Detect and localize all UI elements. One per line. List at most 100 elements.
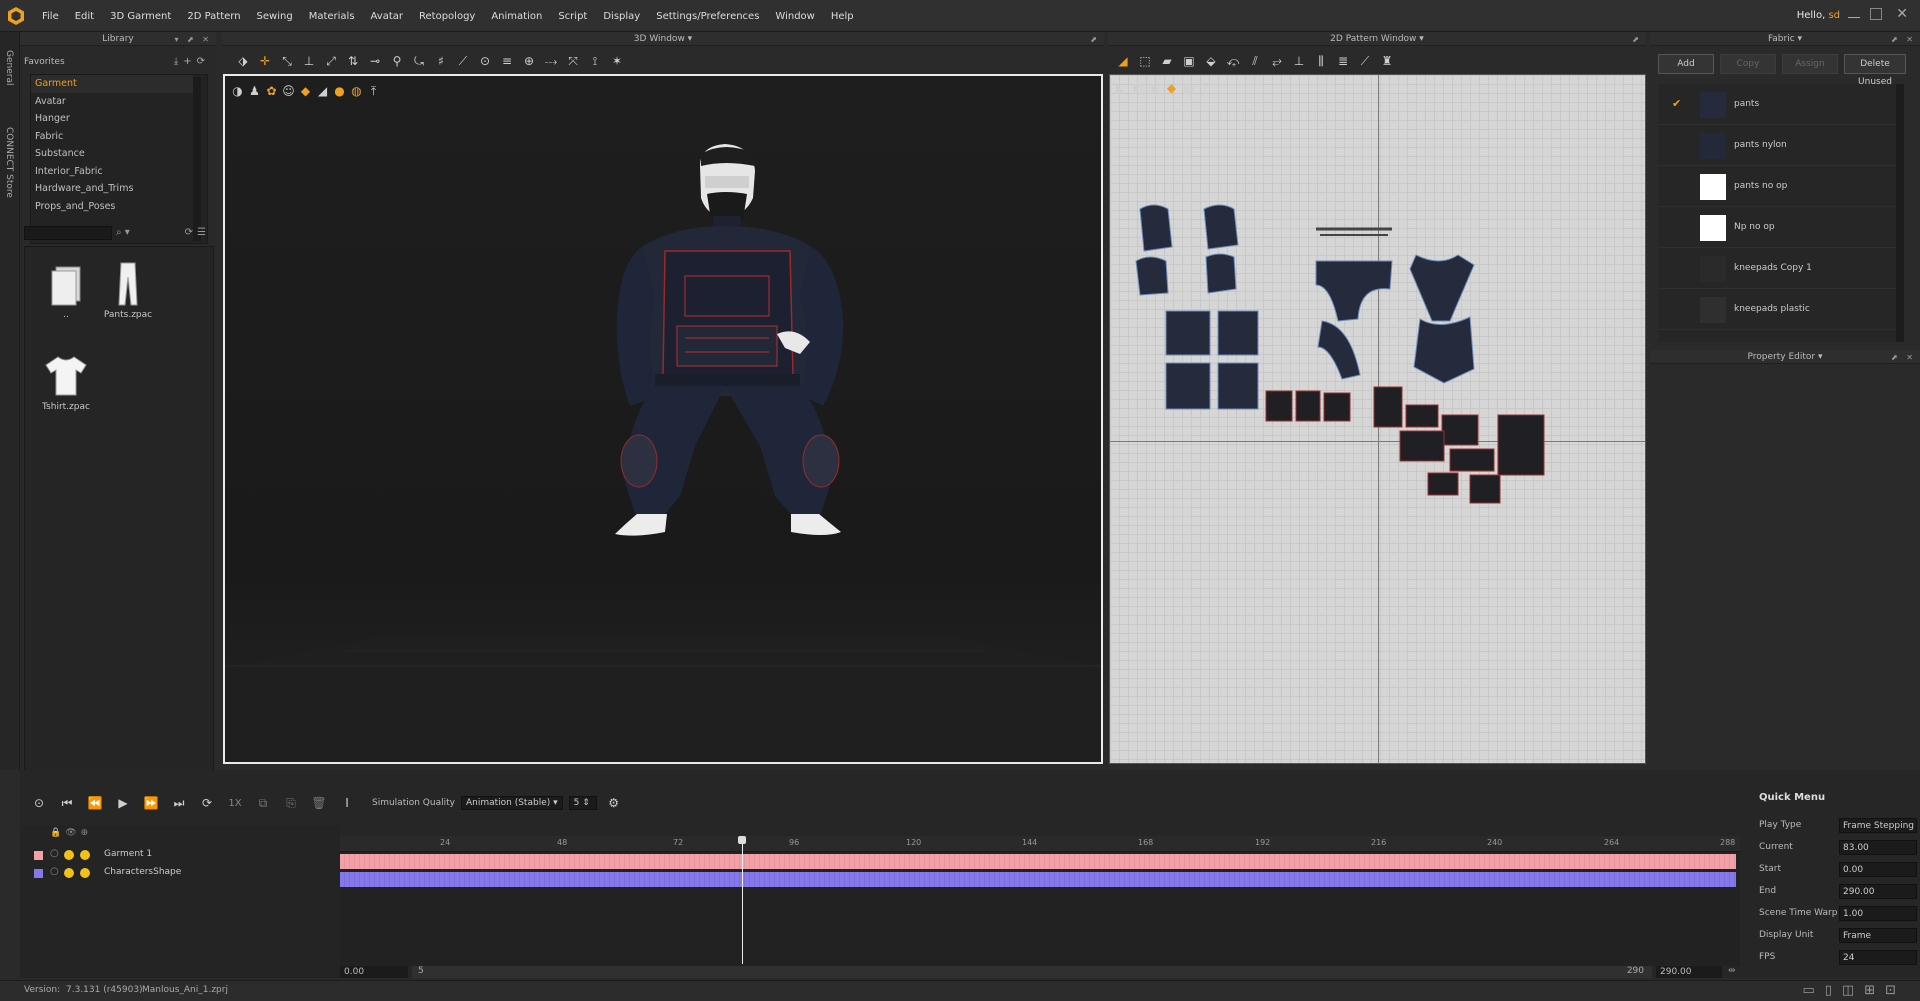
track-row-garment[interactable]: ○ Garment 1: [34, 848, 334, 864]
tree-item-garment[interactable]: Garment: [31, 75, 193, 93]
tree-item-hanger[interactable]: Hanger: [31, 110, 193, 128]
3d-viewport[interactable]: ◑ ♟ ✿ ☺ ◆ ◢ ● ◍ ⤒: [223, 74, 1103, 764]
loop-icon[interactable]: ⟳: [196, 792, 218, 814]
play-type-select[interactable]: Frame Stepping: [1839, 818, 1917, 833]
character-track-bar[interactable]: [340, 872, 1736, 887]
menu-avatar[interactable]: Avatar: [363, 11, 411, 22]
sim-quality-select[interactable]: Animation (Stable) ▾: [460, 796, 563, 810]
favorites-tools-icon[interactable]: ⤓+⟳: [174, 56, 210, 67]
menu-animation[interactable]: Animation: [483, 11, 550, 22]
sim-settings-icon[interactable]: ⚙: [603, 792, 625, 814]
first-frame-icon[interactable]: ⏮: [56, 792, 78, 814]
file-item-pants[interactable]: Pants.zpac: [95, 261, 161, 320]
avatar-model[interactable]: [225, 76, 1101, 762]
search-icon[interactable]: ⌕ ▾: [116, 227, 130, 238]
next-frame-icon[interactable]: ⏩: [140, 792, 162, 814]
tree-item-hardware[interactable]: Hardware_and_Trims: [31, 180, 193, 198]
visibility-icon[interactable]: [64, 850, 74, 860]
transform-pattern-icon[interactable]: ◢: [1112, 50, 1134, 72]
grainline-icon[interactable]: ⟋: [1354, 50, 1376, 72]
sim-enabled-icon[interactable]: [80, 868, 90, 878]
trace-icon[interactable]: ⤽: [1222, 50, 1244, 72]
library-search-input[interactable]: [24, 226, 112, 240]
time-warp-input[interactable]: 1.00: [1839, 906, 1917, 921]
fabric-item[interactable]: kneepads plastic: [1658, 289, 1902, 330]
current-input[interactable]: 83.00: [1839, 840, 1917, 855]
pleat-icon[interactable]: ≣: [1332, 50, 1354, 72]
end-input[interactable]: 290.00: [1839, 884, 1917, 899]
tree-scrollbar[interactable]: [193, 77, 201, 241]
close-icon[interactable]: ✕: [1896, 6, 1908, 22]
edit-pattern-icon[interactable]: ⬚: [1134, 50, 1156, 72]
range-end-input[interactable]: 290.00: [1656, 966, 1722, 978]
layout-switch-icon[interactable]: ▭▯◫⊞⊡: [1802, 983, 1906, 998]
menu-settings[interactable]: Settings/Preferences: [648, 11, 767, 22]
menu-window[interactable]: Window: [767, 11, 822, 22]
fabric-item[interactable]: kneepads Copy 1: [1658, 248, 1902, 289]
playhead-handle[interactable]: [738, 836, 746, 844]
fold-icon[interactable]: ⇅: [342, 50, 364, 72]
segment-sewing-icon[interactable]: ⫽: [1244, 50, 1266, 72]
sewing-icon[interactable]: ♯: [430, 50, 452, 72]
tack-icon[interactable]: ⚲: [386, 50, 408, 72]
tab-connect-store[interactable]: CONNECT Store: [4, 127, 14, 198]
menu-help[interactable]: Help: [823, 11, 862, 22]
range-start-input[interactable]: 0.00: [340, 966, 408, 978]
track-row-character[interactable]: ○ CharactersShape: [34, 866, 334, 882]
username[interactable]: sd: [1828, 10, 1840, 21]
line-icon[interactable]: ⟋: [452, 50, 474, 72]
menu-file[interactable]: File: [34, 11, 67, 22]
fabric-item[interactable]: ✔ pants: [1658, 84, 1902, 125]
panel-controls-icon[interactable]: ⬈ ✕: [1891, 33, 1916, 47]
polygon-icon[interactable]: ▰: [1156, 50, 1178, 72]
pin-icon[interactable]: ⊥: [298, 50, 320, 72]
menu-3d-garment[interactable]: 3D Garment: [102, 11, 179, 22]
tree-item-interior-fabric[interactable]: Interior_Fabric: [31, 163, 193, 181]
2d-viewport[interactable]: ◣ ◩ ◉ ◆ ▤ ⤒: [1109, 74, 1646, 764]
internal-polygon-icon[interactable]: ⬙: [1200, 50, 1222, 72]
sim-steps-spinner[interactable]: 5 ⇕: [568, 796, 597, 810]
panel-controls-icon[interactable]: ⬈ ✕: [1891, 351, 1916, 365]
delete-keys-icon[interactable]: 🗑: [308, 792, 330, 814]
panel-controls-icon[interactable]: ▾ ⬈ ✕: [174, 33, 212, 47]
assign-fabric-button[interactable]: Assign: [1782, 54, 1838, 74]
timeline[interactable]: 24 48 72 96 120 144 168 192 216 240 264 288: [340, 836, 1740, 966]
delete-unused-button[interactable]: Delete Unused: [1844, 54, 1906, 87]
rectangle-icon[interactable]: ▣: [1178, 50, 1200, 72]
minimize-icon[interactable]: [1848, 8, 1860, 18]
fabric-item[interactable]: pants nylon: [1658, 125, 1902, 166]
fit-range-icon[interactable]: ⇹: [1728, 966, 1736, 976]
segment-icon[interactable]: ⤿: [408, 50, 430, 72]
lock-icon[interactable]: ○: [50, 866, 59, 877]
tree-item-props[interactable]: Props_and_Poses: [31, 198, 193, 216]
maximize-icon[interactable]: [1870, 8, 1882, 20]
menu-edit[interactable]: Edit: [67, 11, 102, 22]
panel-controls-icon[interactable]: ⬈: [1090, 33, 1100, 47]
menu-materials[interactable]: Materials: [301, 11, 363, 22]
menu-display[interactable]: Display: [595, 11, 648, 22]
tree-item-avatar[interactable]: Avatar: [31, 93, 193, 111]
start-input[interactable]: 0.00: [1839, 862, 1917, 877]
timeline-scrollbar[interactable]: 5 290: [412, 966, 1652, 978]
paste-keys-icon[interactable]: ⎘: [280, 792, 302, 814]
point-icon[interactable]: ⊙: [474, 50, 496, 72]
select-icon[interactable]: ⬗: [232, 50, 254, 72]
add-fabric-button[interactable]: Add: [1658, 54, 1714, 74]
cursor-icon[interactable]: I: [336, 792, 358, 814]
brush-icon[interactable]: ⤢: [320, 50, 342, 72]
prev-frame-icon[interactable]: ⏪: [84, 792, 106, 814]
arrange-icon[interactable]: ⊸: [364, 50, 386, 72]
play-icon[interactable]: ▶: [112, 792, 134, 814]
sim-enabled-icon[interactable]: [80, 850, 90, 860]
last-frame-icon[interactable]: ⏭: [168, 792, 190, 814]
copy-keys-icon[interactable]: ⧉: [252, 792, 274, 814]
dart-icon[interactable]: ⫼: [1310, 50, 1332, 72]
select-mesh-icon[interactable]: ⤡: [276, 50, 298, 72]
fps-select[interactable]: 24: [1839, 950, 1917, 965]
tab-general[interactable]: General: [4, 50, 14, 85]
garment-track-bar[interactable]: [340, 854, 1736, 869]
record-icon[interactable]: ⊙: [28, 792, 50, 814]
timeline-ruler[interactable]: 24 48 72 96 120 144 168 192 216 240 264 288: [340, 836, 1740, 852]
file-item-parent[interactable]: ..: [33, 261, 99, 320]
symmetry-icon[interactable]: ♜: [1376, 50, 1398, 72]
